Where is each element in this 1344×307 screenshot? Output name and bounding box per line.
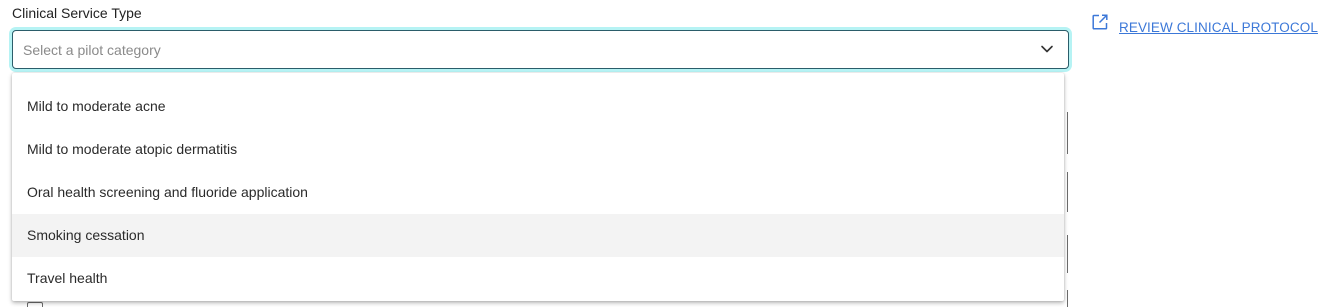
dropdown-option-label: Smoking cessation [27,227,145,243]
dropdown-option-label: Mild to moderate atopic dermatitis [27,141,238,157]
form-page: Clinical Service Type Select a pilot cat… [0,0,1344,307]
dropdown-option-mild-acne[interactable]: Mild to moderate acne [12,85,1064,128]
background-field-edge [1067,172,1068,212]
review-clinical-protocol-link[interactable]: REVIEW CLINICAL PROTOCOL [1089,11,1329,41]
background-checkbox [27,302,43,307]
dropdown-menu: Mild to moderate acne Mild to moderate a… [12,73,1064,301]
dropdown-option-label: Travel health [27,270,108,286]
dropdown-option-label: Oral health screening and fluoride appli… [27,184,308,200]
dropdown-option-label: Mild to moderate acne [27,98,166,114]
background-field-edge [1067,290,1068,307]
dropdown-option-smoking-cessation[interactable]: Smoking cessation [12,214,1064,257]
clinical-service-type-label: Clinical Service Type [12,5,142,21]
select-placeholder: Select a pilot category [23,42,161,58]
chevron-down-icon [1041,45,1053,53]
dropdown-option-oral-health[interactable]: Oral health screening and fluoride appli… [12,171,1064,214]
dropdown-option-travel-health[interactable]: Travel health [12,257,1064,300]
background-checkbox-label-blur [50,300,220,307]
external-link-icon [1092,14,1108,30]
dropdown-option-atopic-dermatitis[interactable]: Mild to moderate atopic dermatitis [12,128,1064,171]
background-field-edge [1067,112,1068,154]
review-clinical-protocol-text: REVIEW CLINICAL PROTOCOL [1119,20,1318,35]
background-field-edge [1067,235,1068,273]
clinical-service-type-select[interactable]: Select a pilot category [12,30,1069,69]
